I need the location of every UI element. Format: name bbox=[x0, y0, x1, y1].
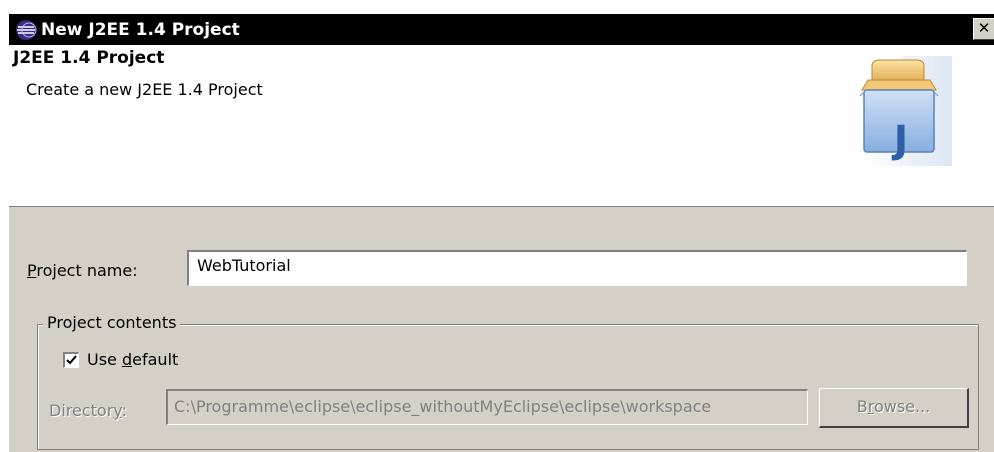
use-default-label[interactable]: Use default bbox=[87, 350, 178, 369]
use-default-label-pre: Use bbox=[87, 350, 122, 369]
browse-label-pre: B bbox=[856, 397, 868, 416]
directory-input[interactable]: C:\Programme\eclipse\eclipse_withoutMyEc… bbox=[166, 389, 808, 425]
window-title: New J2EE 1.4 Project bbox=[41, 20, 240, 40]
new-project-dialog: New J2EE 1.4 Project ✕ J2EE 1.4 Project … bbox=[8, 14, 994, 452]
browse-label-rest: owse... bbox=[873, 397, 931, 416]
wizard-page-description: Create a new J2EE 1.4 Project bbox=[26, 80, 263, 99]
project-name-input[interactable]: WebTutorial bbox=[187, 250, 967, 286]
browse-button[interactable]: Browse... bbox=[819, 388, 969, 428]
directory-label-rest: : bbox=[121, 401, 127, 420]
close-icon: ✕ bbox=[977, 19, 991, 37]
title-bar[interactable]: New J2EE 1.4 Project ✕ bbox=[9, 14, 994, 45]
project-contents-group-label: Project contents bbox=[43, 313, 181, 332]
project-name-label-text: roject name: bbox=[36, 261, 138, 280]
project-name-label: Project name: bbox=[27, 261, 138, 280]
project-name-mnemonic: P bbox=[27, 261, 37, 280]
project-contents-group bbox=[37, 324, 979, 450]
use-default-checkbox[interactable] bbox=[63, 352, 79, 368]
use-default-label-rest: efault bbox=[132, 350, 179, 369]
directory-label-pre: Director bbox=[49, 401, 114, 420]
checkmark-icon bbox=[66, 355, 77, 365]
wizard-page-title: J2EE 1.4 Project bbox=[13, 48, 165, 68]
close-button[interactable]: ✕ bbox=[973, 18, 994, 40]
directory-mnemonic: y bbox=[113, 401, 122, 420]
eclipse-app-icon bbox=[16, 20, 37, 40]
directory-label: Directory: bbox=[49, 401, 127, 420]
use-default-mnemonic: d bbox=[121, 350, 133, 369]
wizard-icon-letter: J bbox=[893, 118, 909, 162]
